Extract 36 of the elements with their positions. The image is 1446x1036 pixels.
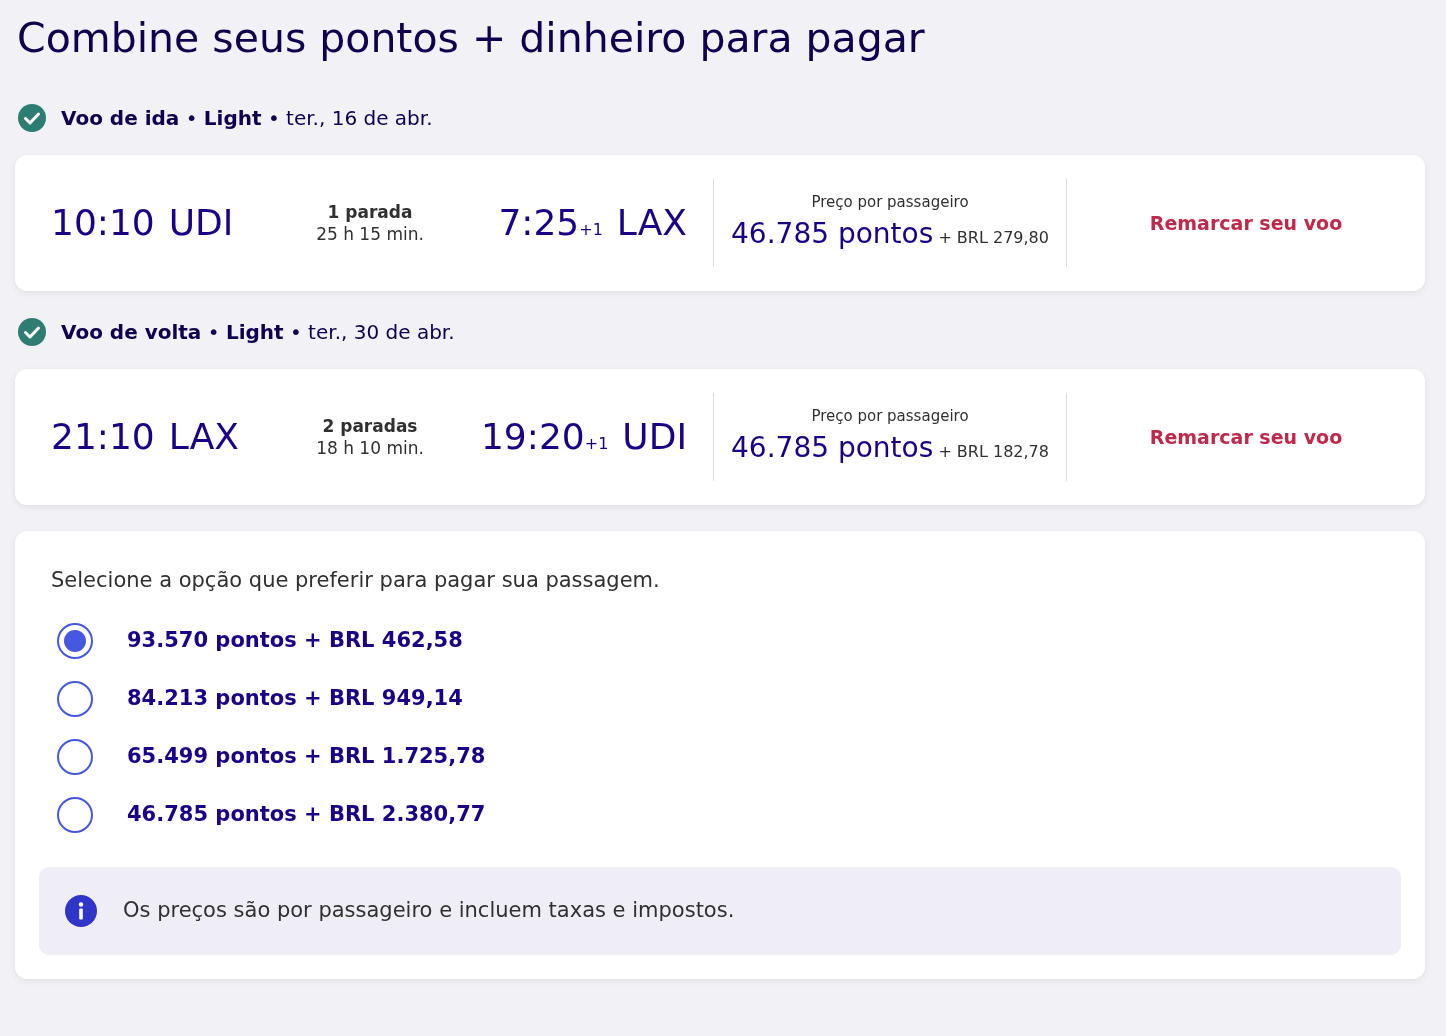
page-title: Combine seus pontos + dinheiro para pagar xyxy=(17,14,926,64)
points-price: 46.785 pontos xyxy=(731,431,934,465)
flight-heading: Voo de volta • Light • ter., 30 de abr. xyxy=(61,319,455,347)
departure-time: 10:10 xyxy=(51,201,155,246)
stops-count: 2 paradas xyxy=(321,415,419,438)
stops-count: 1 parada xyxy=(326,201,414,224)
airport-code: UDI xyxy=(168,201,234,246)
airport-code: LAX xyxy=(616,201,687,246)
arrival-time: 19:20+1 xyxy=(480,415,609,460)
price-label: Preço por passageiro xyxy=(810,191,970,213)
payment-option[interactable]: 46.785 pontos + BRL 2.380,77 xyxy=(57,796,486,833)
airport-code: LAX xyxy=(168,415,239,460)
radio-button[interactable] xyxy=(57,738,93,775)
day-offset: +1 xyxy=(584,434,609,454)
day-offset: +1 xyxy=(579,220,603,240)
change-flight-link[interactable]: Remarcar seu voo xyxy=(1067,207,1425,239)
info-icon xyxy=(65,894,97,927)
cash-price: + BRL 182,78 xyxy=(938,442,1049,462)
airport-code: UDI xyxy=(622,415,687,460)
radio-button[interactable] xyxy=(57,680,93,717)
payment-prompt: Selecione a opção que preferir para pagar sua passagem. xyxy=(51,567,661,595)
points-price: 46.785 pontos xyxy=(731,217,934,251)
departure-time: 21:10 xyxy=(51,415,155,460)
change-flight-link[interactable]: Remarcar seu voo xyxy=(1067,421,1425,453)
payment-option[interactable]: 93.570 pontos + BRL 462,58 xyxy=(57,622,463,659)
cash-price: + BRL 279,80 xyxy=(938,228,1049,248)
arrival-time: 7:25+1 xyxy=(498,201,603,246)
price-label: Preço por passageiro xyxy=(810,405,970,427)
radio-button[interactable] xyxy=(57,622,93,659)
payment-option[interactable]: 65.499 pontos + BRL 1.725,78 xyxy=(57,738,486,775)
flight-duration: 25 h 15 min. xyxy=(315,223,425,246)
radio-button[interactable] xyxy=(57,796,93,833)
payment-option[interactable]: 84.213 pontos + BRL 949,14 xyxy=(57,680,463,717)
info-text: Os preços são por passageiro e incluem taxas e impostos. xyxy=(123,896,735,924)
flight-heading: Voo de ida • Light • ter., 16 de abr. xyxy=(61,105,433,133)
flight-duration: 18 h 10 min. xyxy=(315,437,425,460)
